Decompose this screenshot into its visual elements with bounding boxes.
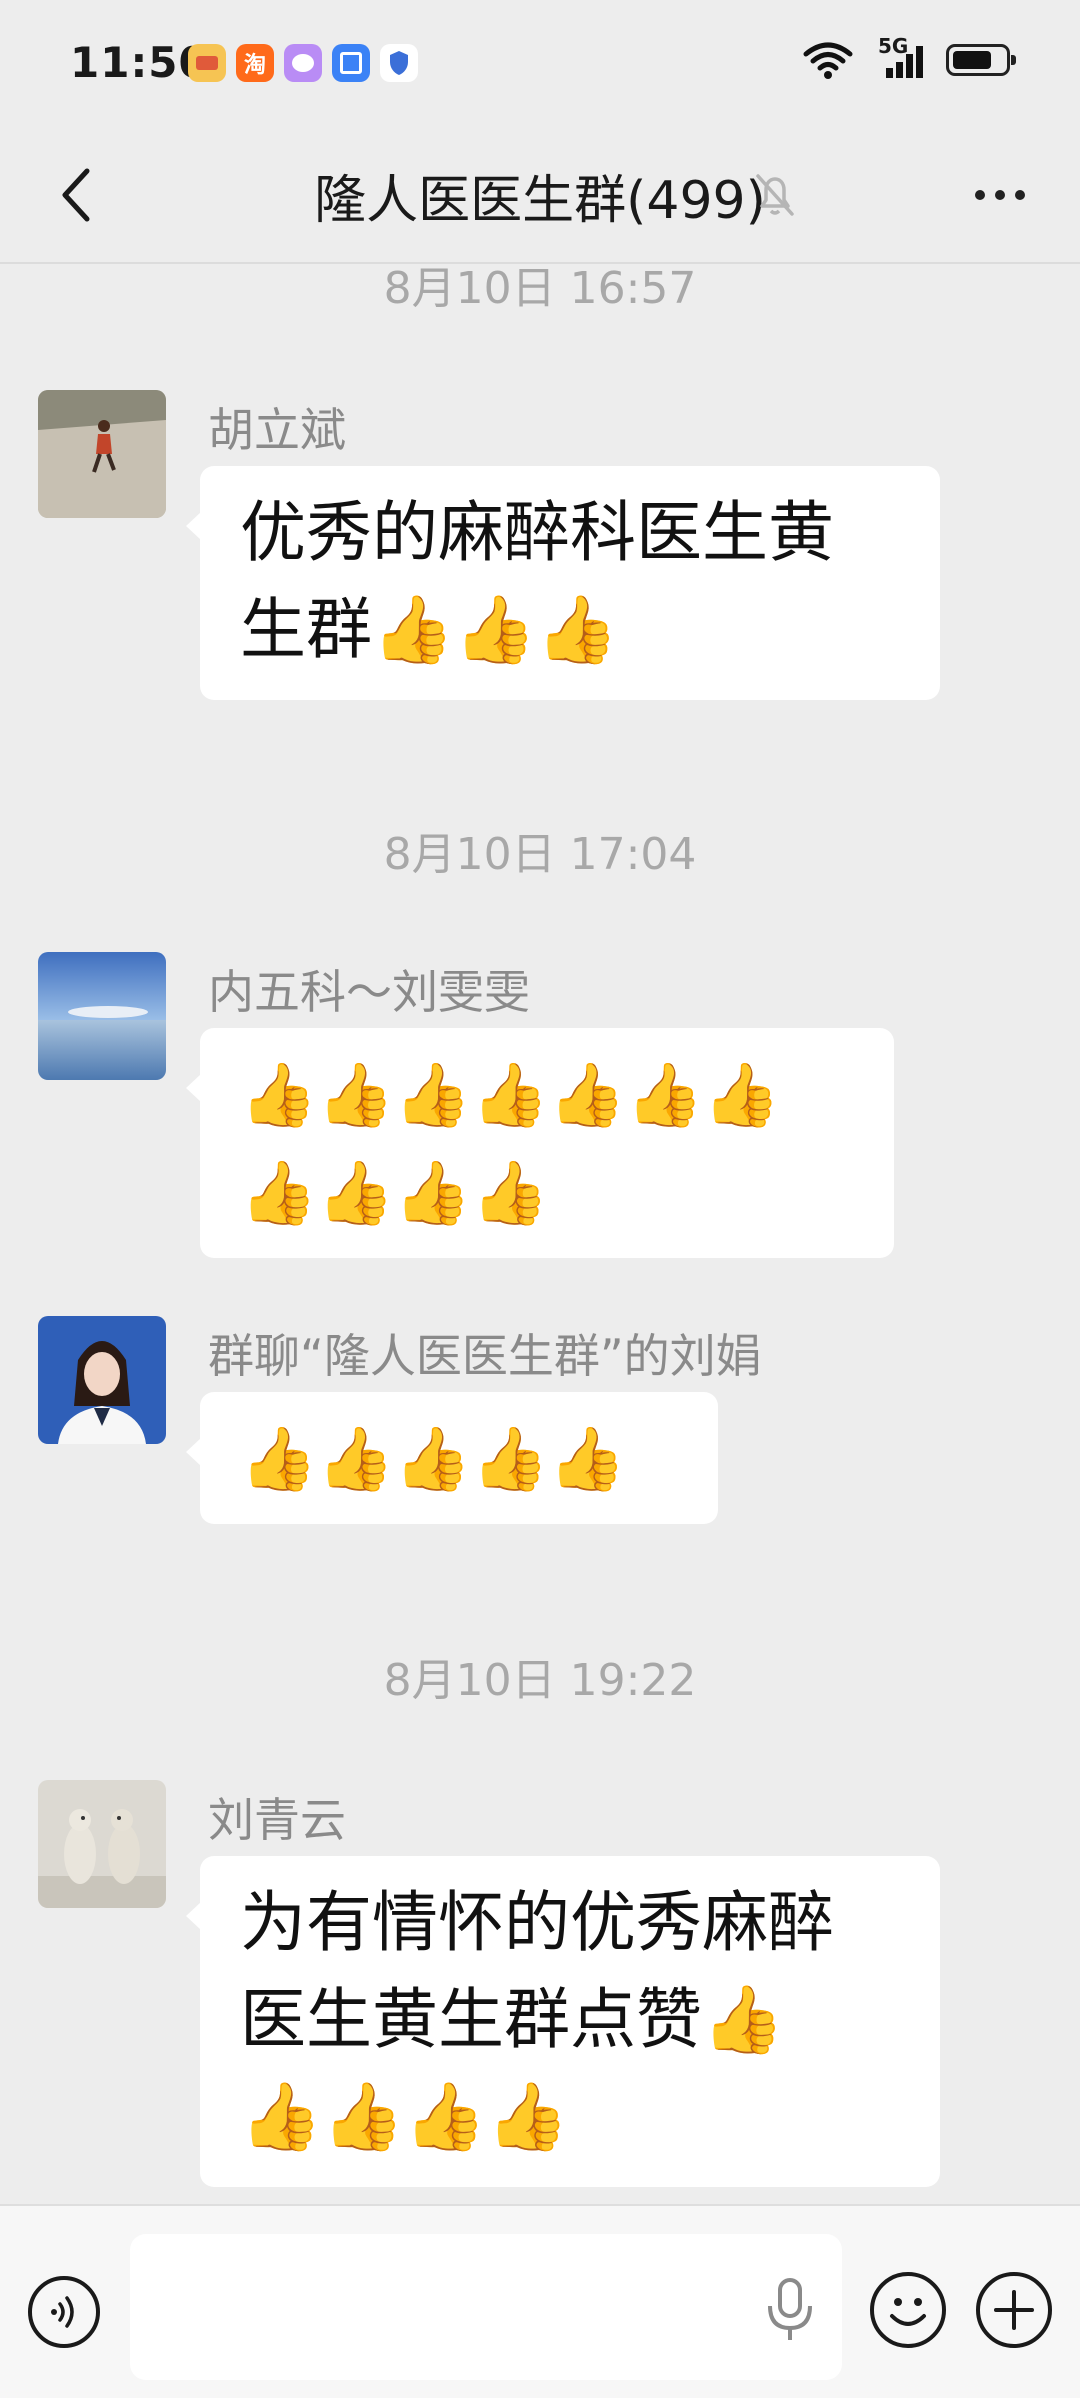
status-bar: 11:50 淘 5G: [0, 0, 1080, 130]
chat-header: 隆人医医生群(499): [0, 130, 1080, 262]
smiley-icon: [890, 2298, 926, 2326]
voice-input-button[interactable]: [28, 2276, 100, 2348]
app-market-icon: [332, 44, 370, 82]
sender-name: 群聊“隆人医医生群”的刘娟: [208, 1329, 762, 1383]
message-list[interactable]: 8月10日 16:57 胡立斌 优秀的麻醉科医生黄 生群👍👍👍 8月10日 17…: [0, 264, 1080, 2204]
security-app-icon: [380, 44, 418, 82]
sender-name: 胡立斌: [208, 403, 346, 457]
status-app-icons: 淘: [188, 44, 418, 82]
more-options-button[interactable]: [960, 160, 1040, 230]
status-indicators: 5G: [802, 34, 1016, 80]
cellular-signal-icon: 5G: [872, 34, 928, 80]
message-input[interactable]: [130, 2234, 842, 2380]
microphone-icon[interactable]: [760, 2276, 820, 2346]
message-text: 👍👍👍👍👍👍👍 👍👍👍👍: [240, 1058, 781, 1229]
taobao-app-icon: 淘: [236, 44, 274, 82]
message-bubble[interactable]: 为有情怀的优秀麻醉 医生黄生群点赞👍 👍👍👍👍: [186, 1856, 940, 2187]
chat-title: 隆人医医生群(499): [314, 171, 766, 231]
sender-name: 刘青云: [208, 1793, 346, 1847]
timestamp-separator: 8月10日 16:57: [383, 264, 697, 314]
message-bubble[interactable]: 优秀的麻醉科医生黄 生群👍👍👍: [186, 466, 940, 700]
polar-bears-avatar[interactable]: [38, 1780, 166, 1908]
timestamp-separator: 8月10日 19:22: [383, 1655, 697, 1706]
wallet-app-icon: [188, 44, 226, 82]
battery-icon: [946, 44, 1016, 76]
emoji-button[interactable]: [870, 2272, 946, 2348]
message-text: 为有情怀的优秀麻醉 医生黄生群点赞👍 👍👍👍👍: [240, 1884, 834, 2155]
message-bubble[interactable]: 👍👍👍👍👍👍👍 👍👍👍👍: [186, 1028, 894, 1258]
more-functions-button[interactable]: [976, 2272, 1052, 2348]
voice-icon: [51, 2296, 74, 2328]
message-text: 优秀的麻醉科医生黄 生群👍👍👍: [240, 494, 834, 668]
message-text: 👍👍👍👍👍: [240, 1422, 626, 1495]
lake-avatar[interactable]: [38, 952, 166, 1080]
plus-icon: [994, 2290, 1034, 2330]
doctor-avatar[interactable]: [38, 1316, 166, 1444]
chat-app-icon: [284, 44, 322, 82]
input-bar: [0, 2204, 1080, 2398]
timestamp-separator: 8月10日 17:04: [383, 829, 697, 880]
message-bubble[interactable]: 👍👍👍👍👍: [186, 1392, 718, 1524]
mute-bell-icon: [752, 170, 798, 224]
wifi-icon: [803, 42, 853, 79]
runner-avatar[interactable]: [38, 390, 166, 518]
more-dots-icon: [975, 190, 985, 200]
sender-name: 内五科～刘雯雯: [208, 965, 530, 1019]
